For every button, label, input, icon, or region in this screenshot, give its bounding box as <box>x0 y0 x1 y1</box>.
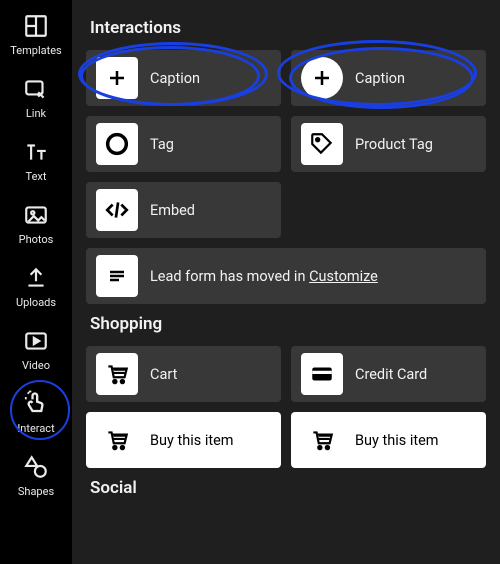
sidebar-item-interact[interactable]: Interact <box>2 382 70 445</box>
cart-icon <box>96 419 138 461</box>
sidebar: Templates Link Text Photos Uploads <box>0 0 72 564</box>
sidebar-item-label: Text <box>26 170 47 183</box>
sidebar-item-label: Link <box>26 107 46 120</box>
tile-credit-card[interactable]: Credit Card <box>291 346 486 402</box>
templates-icon <box>22 12 50 40</box>
lead-form-notice: Lead form has moved in Customize <box>86 248 486 304</box>
tile-label: Caption <box>150 70 200 87</box>
cart-icon <box>96 353 138 395</box>
tag-icon <box>301 123 343 165</box>
sidebar-item-label: Photos <box>19 233 54 246</box>
tile-label: Product Tag <box>355 136 433 153</box>
tile-label: Caption <box>355 70 405 87</box>
section-title-interactions: Interactions <box>90 18 486 38</box>
section-title-shopping: Shopping <box>90 314 486 334</box>
tile-caption[interactable]: Caption <box>86 50 281 106</box>
upload-icon <box>22 264 50 292</box>
sidebar-item-uploads[interactable]: Uploads <box>2 256 70 319</box>
image-icon <box>22 201 50 229</box>
tile-label: Credit Card <box>355 366 427 383</box>
cart-icon <box>301 419 343 461</box>
sidebar-item-label: Shapes <box>18 485 54 498</box>
plus-icon <box>96 57 138 99</box>
tile-buy-item[interactable]: Buy this item <box>291 412 486 468</box>
sidebar-item-text[interactable]: Text <box>2 130 70 193</box>
sidebar-item-video[interactable]: Video <box>2 319 70 382</box>
tile-label: Buy this item <box>150 432 234 449</box>
ring-icon <box>96 123 138 165</box>
tile-buy-item[interactable]: Buy this item <box>86 412 281 468</box>
sidebar-item-shapes[interactable]: Shapes <box>2 445 70 508</box>
tile-embed[interactable]: Embed <box>86 182 281 238</box>
sidebar-item-label: Video <box>22 359 50 372</box>
section-title-social: Social <box>90 478 486 498</box>
tile-label: Tag <box>150 136 174 153</box>
tile-label: Embed <box>150 202 195 219</box>
sidebar-item-label: Interact <box>17 422 54 435</box>
tile-tag[interactable]: Tag <box>86 116 281 172</box>
card-icon <box>301 353 343 395</box>
text-icon <box>22 138 50 166</box>
link-cursor-icon <box>22 75 50 103</box>
plus-icon <box>301 57 343 99</box>
sidebar-item-link[interactable]: Link <box>2 67 70 130</box>
embed-icon <box>96 189 138 231</box>
sidebar-item-templates[interactable]: Templates <box>2 4 70 67</box>
sidebar-item-label: Templates <box>10 44 61 57</box>
notice-prefix: Lead form has moved in <box>150 268 309 285</box>
customize-link[interactable]: Customize <box>309 268 378 285</box>
tile-cart[interactable]: Cart <box>86 346 281 402</box>
tile-product-tag[interactable]: Product Tag <box>291 116 486 172</box>
lines-icon <box>96 255 138 297</box>
notice-text: Lead form has moved in Customize <box>150 268 378 285</box>
sidebar-item-photos[interactable]: Photos <box>2 193 70 256</box>
tile-label: Buy this item <box>355 432 439 449</box>
options-panel: Interactions Caption Caption <box>72 0 500 564</box>
tile-caption-circle[interactable]: Caption <box>291 50 486 106</box>
shapes-icon <box>22 453 50 481</box>
sidebar-item-label: Uploads <box>16 296 56 309</box>
interact-icon <box>22 390 50 418</box>
tile-label: Cart <box>150 366 177 383</box>
video-icon <box>22 327 50 355</box>
